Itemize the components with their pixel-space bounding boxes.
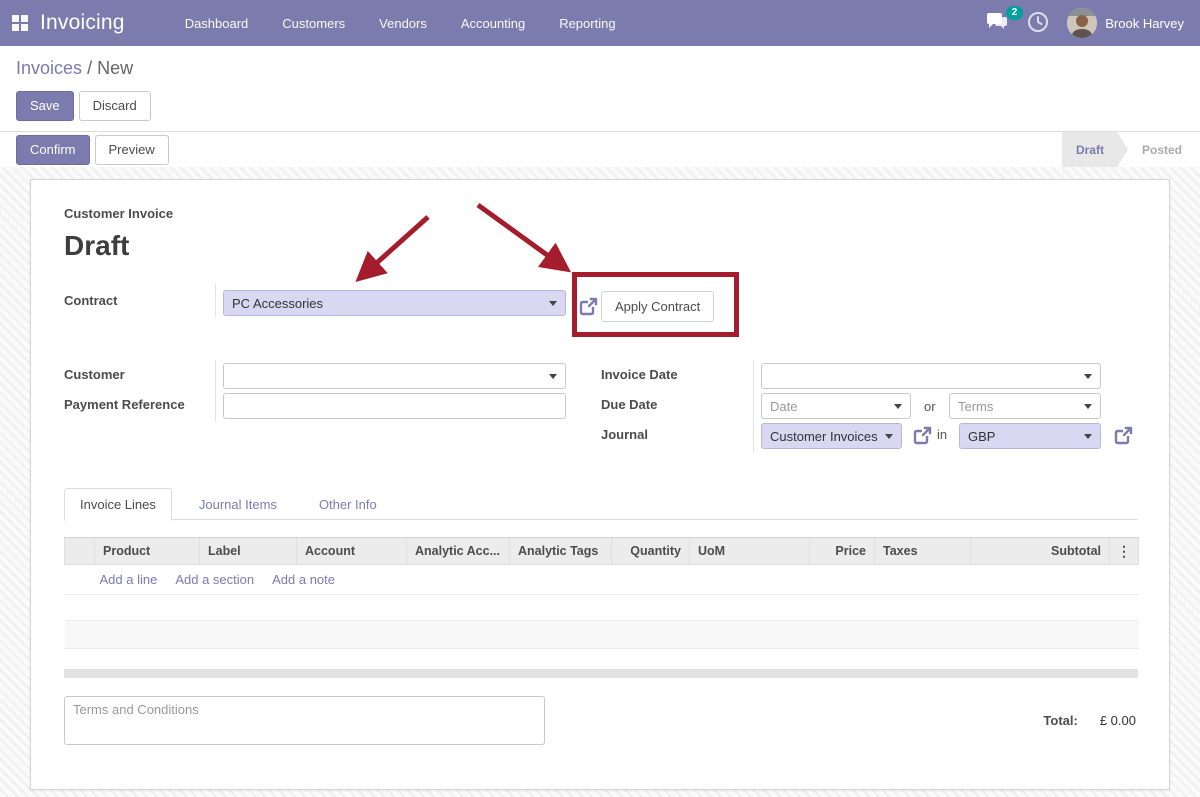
status-draft[interactable]: Draft — [1062, 132, 1128, 168]
user-avatar — [1067, 8, 1097, 38]
column-analytic-account[interactable]: Analytic Acc... — [407, 538, 510, 565]
top-navbar: Invoicing Dashboard Customers Vendors Ac… — [0, 0, 1200, 46]
user-name: Brook Harvey — [1105, 16, 1184, 31]
payment-reference-label: Payment Reference — [64, 397, 185, 412]
contract-label: Contract — [64, 293, 117, 308]
customer-select[interactable] — [223, 363, 566, 389]
menu-accounting[interactable]: Accounting — [461, 16, 525, 31]
tab-other-info[interactable]: Other Info — [304, 489, 392, 520]
messages-count-badge: 2 — [1006, 6, 1024, 20]
user-menu[interactable]: Brook Harvey — [1067, 8, 1184, 38]
currency-select[interactable]: GBP — [959, 423, 1101, 449]
handle-column-header — [65, 538, 95, 565]
payment-reference-input[interactable] — [223, 393, 566, 419]
activities-clock-icon[interactable] — [1027, 11, 1049, 36]
dropdown-caret-icon — [1084, 404, 1092, 409]
column-uom[interactable]: UoM — [690, 538, 810, 565]
statusbar: Draft Posted — [1062, 132, 1200, 168]
breadcrumb-invoices-link[interactable]: Invoices — [16, 58, 82, 78]
menu-customers[interactable]: Customers — [282, 16, 345, 31]
journal-external-link-icon[interactable] — [912, 425, 933, 449]
control-panel: Invoices / New Save Discard — [0, 46, 1200, 131]
breadcrumb: Invoices / New — [16, 58, 1184, 79]
menu-vendors[interactable]: Vendors — [379, 16, 427, 31]
messages-icon[interactable]: 2 — [985, 12, 1009, 35]
dropdown-caret-icon — [1084, 434, 1092, 439]
notebook-tabs: Invoice Lines Journal Items Other Info — [64, 489, 1136, 520]
dropdown-caret-icon — [549, 374, 557, 379]
breadcrumb-current: New — [97, 58, 133, 78]
journal-label: Journal — [601, 427, 648, 442]
dropdown-caret-icon — [894, 404, 902, 409]
confirm-button[interactable]: Confirm — [16, 135, 90, 165]
dropdown-caret-icon — [549, 301, 557, 306]
breadcrumb-separator: / — [87, 58, 97, 78]
column-price[interactable]: Price — [810, 538, 875, 565]
column-subtotal[interactable]: Subtotal — [971, 538, 1110, 565]
column-taxes[interactable]: Taxes — [875, 538, 971, 565]
invoice-date-label: Invoice Date — [601, 367, 678, 382]
status-posted[interactable]: Posted — [1128, 132, 1200, 168]
group-separator — [215, 284, 216, 317]
dropdown-caret-icon — [885, 434, 893, 439]
add-a-section-link[interactable]: Add a section — [175, 572, 254, 587]
empty-row — [65, 595, 1139, 621]
optional-columns-icon[interactable]: ⋮ — [1110, 538, 1139, 565]
save-button[interactable]: Save — [16, 91, 74, 121]
main-menu: Dashboard Customers Vendors Accounting R… — [185, 16, 616, 31]
or-text: or — [924, 399, 936, 414]
due-date-label: Due Date — [601, 397, 657, 412]
contract-select[interactable]: PC Accessories — [223, 290, 566, 316]
totals-area: Total: £ 0.00 — [1043, 713, 1136, 728]
invoice-lines-table: Product Label Account Analytic Acc... An… — [64, 537, 1139, 649]
app-title[interactable]: Invoicing — [40, 11, 125, 35]
in-text: in — [937, 427, 947, 442]
due-date-select[interactable]: Date — [761, 393, 911, 419]
content-background: Customer Invoice Draft Contract PC Acces… — [0, 167, 1200, 797]
group-separator — [753, 360, 754, 452]
column-analytic-tags[interactable]: Analytic Tags — [510, 538, 612, 565]
apply-contract-button[interactable]: Apply Contract — [601, 291, 714, 322]
group-separator — [215, 360, 216, 422]
total-label: Total: — [1043, 713, 1077, 728]
total-value: £ 0.00 — [1100, 713, 1136, 728]
terms-and-conditions-input[interactable] — [64, 696, 545, 745]
customer-label: Customer — [64, 367, 125, 382]
form-toolbar: Confirm Preview Draft Posted — [0, 131, 1200, 167]
add-a-line-link[interactable]: Add a line — [100, 572, 158, 587]
tab-journal-items[interactable]: Journal Items — [184, 489, 292, 520]
draft-state-heading: Draft — [64, 230, 129, 262]
table-header-row: Product Label Account Analytic Acc... An… — [65, 538, 1139, 565]
add-row: Add a line Add a section Add a note — [65, 565, 1139, 595]
menu-dashboard[interactable]: Dashboard — [185, 16, 249, 31]
journal-select[interactable]: Customer Invoices — [761, 423, 902, 449]
apps-menu-icon[interactable] — [12, 15, 28, 31]
column-product[interactable]: Product — [95, 538, 200, 565]
column-account[interactable]: Account — [297, 538, 407, 565]
payment-terms-select[interactable]: Terms — [949, 393, 1101, 419]
document-type-label: Customer Invoice — [64, 206, 173, 221]
preview-button[interactable]: Preview — [95, 135, 169, 165]
invoice-date-select[interactable] — [761, 363, 1101, 389]
empty-row — [65, 621, 1139, 649]
discard-button[interactable]: Discard — [79, 91, 151, 121]
currency-external-link-icon[interactable] — [1113, 425, 1134, 449]
column-quantity[interactable]: Quantity — [612, 538, 690, 565]
add-a-note-link[interactable]: Add a note — [272, 572, 335, 587]
list-footer-divider — [64, 669, 1138, 678]
column-label[interactable]: Label — [200, 538, 297, 565]
dropdown-caret-icon — [1084, 374, 1092, 379]
menu-reporting[interactable]: Reporting — [559, 16, 615, 31]
invoice-form-sheet: Customer Invoice Draft Contract PC Acces… — [30, 179, 1170, 790]
contract-external-link-icon[interactable] — [578, 296, 599, 320]
tab-invoice-lines[interactable]: Invoice Lines — [64, 488, 172, 521]
